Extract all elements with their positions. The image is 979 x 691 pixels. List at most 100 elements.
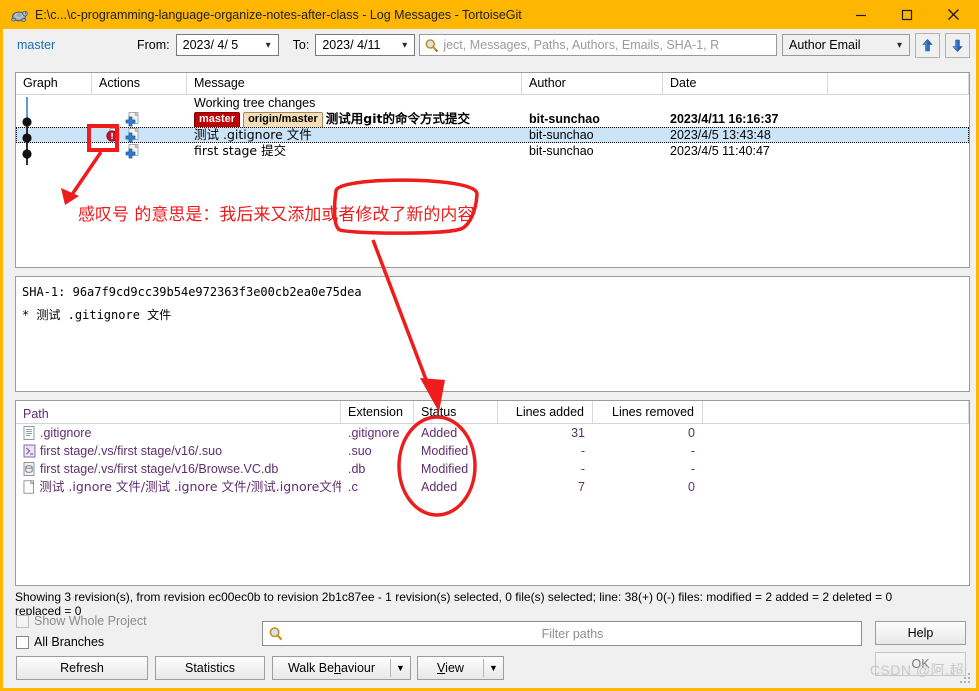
row-author (522, 95, 663, 111)
added-file-icon (125, 144, 139, 159)
vs-solution-user-options-icon (23, 444, 36, 458)
file-status: Modified (421, 462, 469, 476)
window-title: E:\c...\c-programming-language-organize-… (35, 7, 522, 22)
file-path-text: .gitignore (40, 426, 92, 440)
checkbox-box (16, 635, 29, 649)
walk-behaviour-label: Walk Behaviour (287, 661, 376, 675)
find-previous-button[interactable] (915, 32, 940, 58)
show-whole-project-label: Show Whole Project (34, 614, 147, 628)
modified-warning-icon (106, 128, 120, 142)
commit-subject: * 测试 .gitignore 文件 (22, 308, 172, 322)
refresh-label: Refresh (60, 661, 104, 675)
file-lines-added: 31 (571, 426, 585, 440)
tortoisegit-log-window: E:\c...\c-programming-language-organize-… (0, 0, 979, 691)
row-author: bit-sunchao (529, 128, 594, 142)
search-icon (425, 38, 439, 52)
column-header-message[interactable]: Message (187, 73, 522, 94)
commit-detail-panel[interactable]: SHA-1: 96a7f9cd9cc39b54e972363f3e00cb2ea… (15, 276, 970, 392)
table-row[interactable]: first stage/.vs/first stage/v16/Browse.V… (16, 460, 969, 478)
file-extension: .suo (348, 444, 372, 458)
maximize-button[interactable] (884, 0, 930, 29)
column-header-lines-removed[interactable]: Lines removed (593, 401, 703, 423)
ref-badge-local: master (194, 111, 241, 127)
table-row[interactable]: 测试 .gitignore 文件 bit-sunchao 2023/4/5 13… (16, 127, 969, 143)
text-file-icon (23, 426, 35, 440)
row-date: 2023/4/11 16:16:37 (670, 112, 779, 126)
csdn-watermark: CSDN @阿.超 (869, 662, 964, 678)
column-header-extension[interactable]: Extension (341, 401, 414, 423)
walk-behaviour-button[interactable]: Walk Behaviour ▼ (272, 656, 411, 680)
added-file-icon (125, 128, 139, 143)
title-bar: E:\c...\c-programming-language-organize-… (3, 0, 976, 29)
column-header-author[interactable]: Author (522, 73, 663, 94)
search-input[interactable]: ject, Messages, Paths, Authors, Emails, … (419, 34, 777, 56)
window-controls (838, 0, 976, 29)
chevron-down-icon: ▾ (402, 39, 408, 51)
file-extension: .c (348, 480, 358, 494)
row-graph-cell (16, 111, 92, 127)
chevron-down-icon: ▾ (896, 39, 902, 51)
column-header-graph[interactable]: Graph (16, 73, 92, 94)
from-label: From: (137, 38, 170, 52)
file-path-text: first stage/.vs/first stage/v16/.suo (40, 444, 223, 458)
file-path-text: 测试 .ignore 文件/测试 .ignore 文件/测试.ignore文件.… (39, 479, 341, 494)
minimize-button[interactable] (838, 0, 884, 29)
resize-grip-icon[interactable] (959, 672, 971, 684)
changed-files-list[interactable]: Path Extension Status Lines added Lines … (15, 400, 970, 586)
column-header-path[interactable]: Path (16, 401, 341, 423)
row-message-text: 测试用git的命令方式提交 (325, 111, 470, 126)
chevron-down-icon[interactable]: ▼ (391, 663, 410, 673)
find-next-button[interactable] (945, 32, 970, 58)
sha-label: SHA-1: (22, 285, 66, 299)
search-scope-combo[interactable]: Author Email ▾ (782, 34, 910, 56)
statistics-label: Statistics (184, 661, 235, 675)
chevron-down-icon[interactable]: ▼ (484, 663, 503, 673)
file-status: Added (421, 426, 458, 440)
from-date-combo[interactable]: 2023/ 4/ 5 ▾ (175, 34, 279, 56)
file-lines-removed: - (690, 444, 695, 458)
table-row[interactable]: first stage/.vs/first stage/v16/.suo .su… (16, 442, 969, 460)
view-button[interactable]: View ▼ (417, 656, 504, 680)
show-whole-project-checkbox[interactable]: Show Whole Project (16, 614, 147, 628)
table-row[interactable]: master origin/master 测试用git的命令方式提交 bit-sun… (16, 111, 969, 127)
file-list-header: Path Extension Status Lines added Lines … (16, 401, 969, 424)
checkbox-box (16, 614, 29, 628)
database-file-icon (23, 462, 35, 476)
table-row[interactable]: .gitignore .gitignore Added 31 0 (16, 424, 969, 442)
sha-value: 96a7f9cd9cc39b54e972363f3e00cb2ea0e75dea (72, 285, 362, 299)
row-actions-cell (92, 127, 187, 143)
file-status: Modified (421, 444, 469, 458)
log-list-header: Graph Actions Message Author Date (16, 73, 969, 95)
current-branch-link[interactable]: master (17, 38, 137, 52)
row-message: first stage 提交 (194, 143, 287, 158)
to-label: To: (292, 38, 310, 52)
row-author: bit-sunchao (529, 144, 594, 158)
file-path-text: first stage/.vs/first stage/v16/Browse.V… (40, 462, 279, 476)
column-header-actions[interactable]: Actions (92, 73, 187, 94)
to-date-value: 2023/ 4/11 (322, 38, 381, 52)
table-row[interactable]: first stage 提交 bit-sunchao 2023/4/5 11:4… (16, 143, 969, 159)
file-lines-added: 7 (578, 480, 585, 494)
column-header-status[interactable]: Status (414, 401, 498, 423)
column-header-lines-added[interactable]: Lines added (498, 401, 593, 423)
chevron-down-icon: ▾ (265, 39, 271, 51)
revision-log-list[interactable]: Graph Actions Message Author Date Workin… (15, 72, 970, 268)
tortoisegit-icon (11, 10, 28, 22)
close-button[interactable] (930, 0, 976, 29)
statistics-button[interactable]: Statistics (155, 656, 265, 680)
column-header-filler (703, 401, 969, 423)
table-row[interactable]: 测试 .ignore 文件/测试 .ignore 文件/测试.ignore文件.… (16, 478, 969, 496)
to-date-combo[interactable]: 2023/ 4/11 ▾ (315, 34, 416, 56)
table-row[interactable]: Working tree changes (16, 95, 969, 111)
search-scope-value: Author Email (789, 38, 861, 52)
row-actions-cell (92, 111, 187, 127)
row-graph-cell (16, 143, 92, 159)
all-branches-checkbox[interactable]: All Branches (16, 635, 104, 649)
file-path-cell: first stage/.vs/first stage/v16/Browse.V… (16, 460, 341, 478)
refresh-button[interactable]: Refresh (16, 656, 148, 680)
help-button[interactable]: Help (875, 621, 966, 645)
filter-paths-input[interactable]: Filter paths (262, 621, 862, 646)
column-header-date[interactable]: Date (663, 73, 828, 94)
file-lines-added: - (580, 462, 585, 476)
file-path-cell: 测试 .ignore 文件/测试 .ignore 文件/测试.ignore文件.… (16, 478, 341, 496)
